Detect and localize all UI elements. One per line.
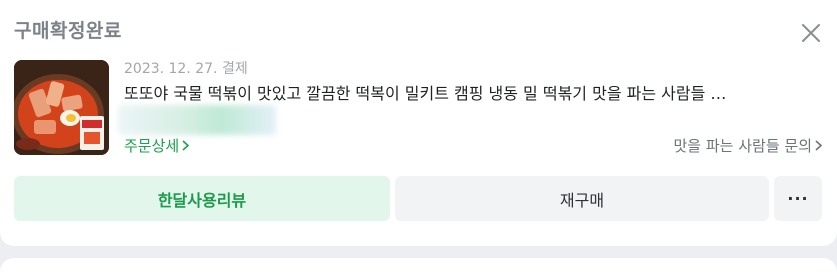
product-title[interactable]: 또또야 국물 떡볶이 맛있고 깔끔한 떡복이 밀키트 캠핑 냉동 밀 떡볶기 맛… [124, 80, 826, 104]
chevron-right-icon [182, 140, 190, 151]
next-order-card [0, 258, 837, 278]
chevron-right-icon [815, 140, 823, 151]
order-card: 구매확정완료 2023. 12. 27. 결제 또또야 국물 떡볶이 맛있고 깔… [0, 0, 837, 246]
seller-inquiry-link[interactable]: 맛을 파는 사람들 문의 [673, 135, 823, 156]
order-status: 구매확정완료 [14, 20, 122, 42]
product-thumbnail[interactable] [14, 60, 109, 155]
close-icon [802, 24, 820, 42]
seller-inquiry-label: 맛을 파는 사람들 문의 [673, 137, 812, 155]
order-detail-label: 주문상세 [124, 137, 180, 155]
more-options-button[interactable]: ··· [774, 176, 822, 221]
close-button[interactable] [800, 22, 822, 44]
blurred-option-text [118, 105, 276, 135]
review-button[interactable]: 한달사용리뷰 [14, 176, 390, 221]
payment-date: 2023. 12. 27. 결제 [124, 61, 248, 77]
product-image [14, 60, 109, 155]
rebuy-button[interactable]: 재구매 [395, 176, 769, 221]
order-detail-link[interactable]: 주문상세 [124, 135, 190, 156]
